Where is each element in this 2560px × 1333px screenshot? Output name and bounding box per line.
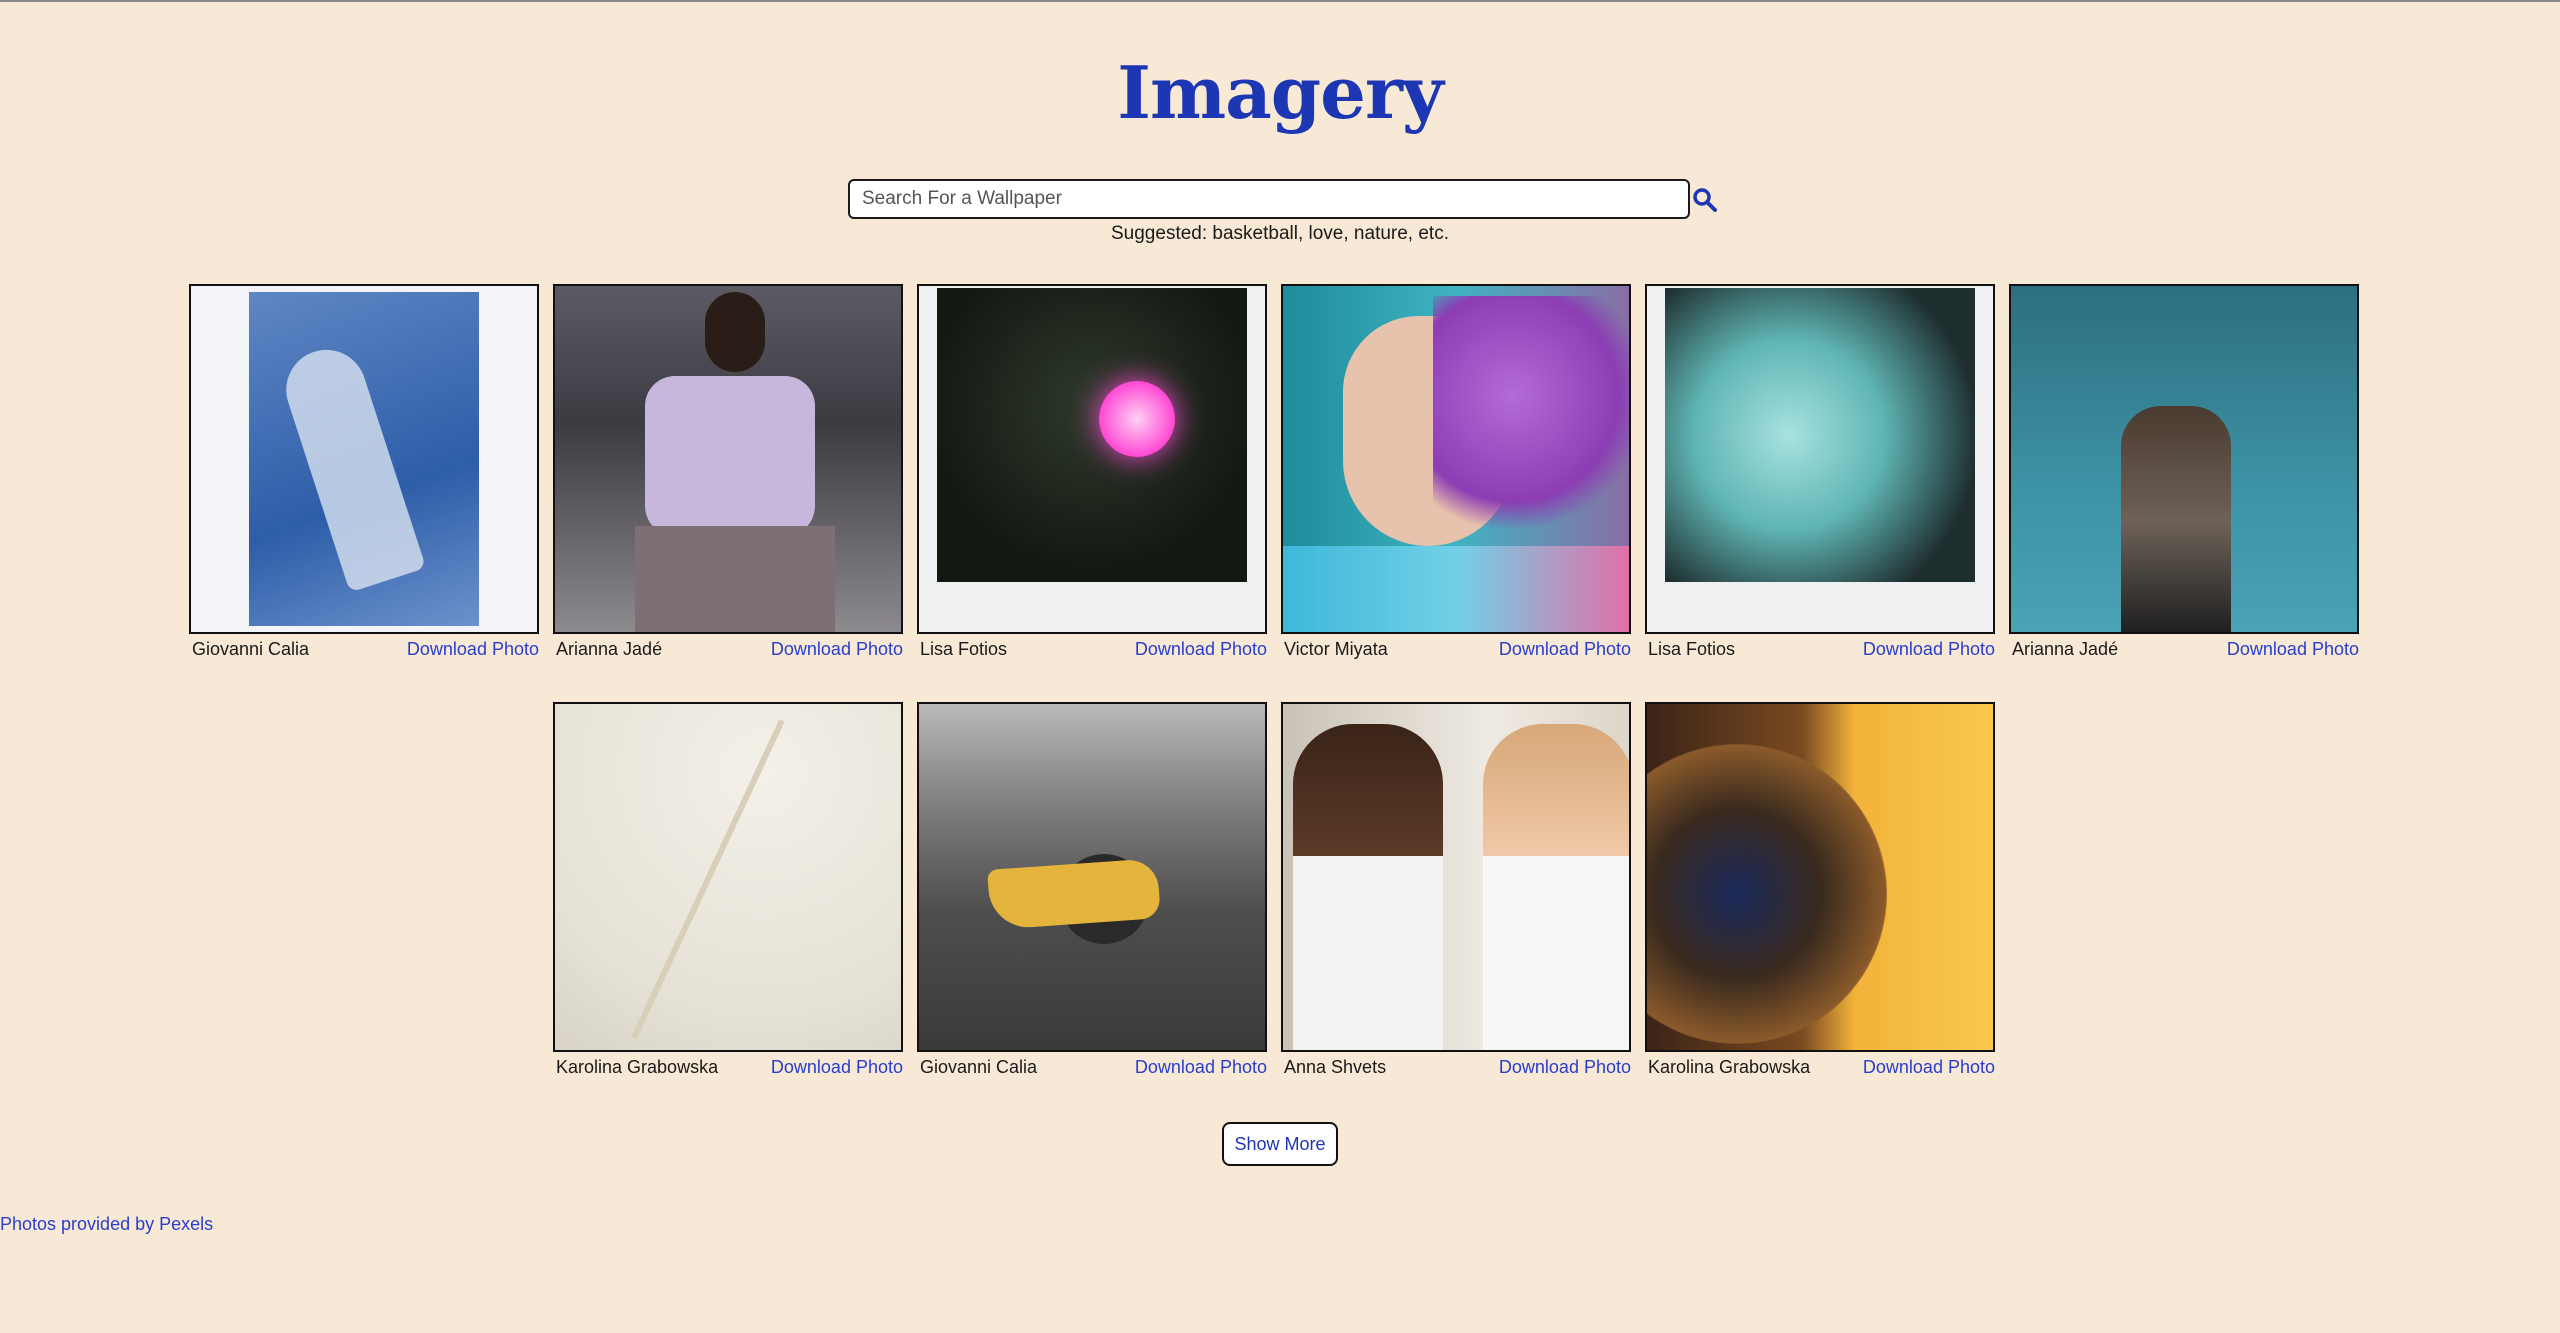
photo-author: Karolina Grabowska — [1648, 1056, 1811, 1077]
photo-image[interactable] — [917, 284, 1267, 634]
pexels-credit-link[interactable]: Photos provided by Pexels — [0, 1214, 213, 1235]
photo-row: Giovanni Calia Download Photo Arianna Ja… — [186, 284, 2362, 664]
photo-author: Anna Shvets — [1284, 1056, 1387, 1077]
photo-card: Lisa Fotios Download Photo — [917, 284, 1267, 664]
photo-author: Arianna Jadé — [556, 638, 663, 659]
photo-image[interactable] — [2009, 284, 2359, 634]
photo-grid: Giovanni Calia Download Photo Arianna Ja… — [186, 284, 2362, 1120]
photo-image[interactable] — [1645, 284, 1995, 634]
download-photo-link[interactable]: Download Photo — [1499, 639, 1631, 660]
photo-card: Lisa Fotios Download Photo — [1645, 284, 1995, 664]
photo-image[interactable] — [553, 284, 903, 634]
download-photo-link[interactable]: Download Photo — [1135, 1057, 1267, 1078]
photo-card: Arianna Jadé Download Photo — [2009, 284, 2359, 664]
photo-image[interactable] — [1281, 284, 1631, 634]
photo-image[interactable] — [1645, 702, 1995, 1052]
photo-image[interactable] — [553, 702, 903, 1052]
search-bar — [848, 179, 1717, 223]
download-photo-link[interactable]: Download Photo — [1499, 1057, 1631, 1078]
page-title: Imagery — [1117, 50, 1443, 135]
photo-card: Giovanni Calia Download Photo — [917, 702, 1267, 1082]
photo-card: Arianna Jadé Download Photo — [553, 284, 903, 664]
photo-card: Karolina Grabowska Download Photo — [1645, 702, 1995, 1082]
download-photo-link[interactable]: Download Photo — [1135, 639, 1267, 660]
photo-author: Victor Miyata — [1284, 638, 1388, 659]
photo-image[interactable] — [1281, 702, 1631, 1052]
photo-card: Karolina Grabowska Download Photo — [553, 702, 903, 1082]
download-photo-link[interactable]: Download Photo — [407, 639, 539, 660]
photo-author: Arianna Jadé — [2012, 638, 2119, 659]
download-photo-link[interactable]: Download Photo — [771, 1057, 903, 1078]
download-photo-link[interactable]: Download Photo — [2227, 639, 2359, 660]
photo-card: Giovanni Calia Download Photo — [189, 284, 539, 664]
photo-author: Lisa Fotios — [1648, 638, 1736, 659]
photo-row: Karolina Grabowska Download Photo Giovan… — [186, 702, 2362, 1082]
search-icon[interactable] — [1692, 187, 1718, 213]
search-input[interactable] — [848, 179, 1690, 219]
photo-image[interactable] — [917, 702, 1267, 1052]
download-photo-link[interactable]: Download Photo — [771, 639, 903, 660]
show-more-button[interactable]: Show More — [1222, 1122, 1338, 1166]
photo-author: Giovanni Calia — [192, 638, 310, 659]
photo-card: Anna Shvets Download Photo — [1281, 702, 1631, 1082]
download-photo-link[interactable]: Download Photo — [1863, 639, 1995, 660]
photo-author: Lisa Fotios — [920, 638, 1008, 659]
download-photo-link[interactable]: Download Photo — [1863, 1057, 1995, 1078]
photo-card: Victor Miyata Download Photo — [1281, 284, 1631, 664]
search-suggestions: Suggested: basketball, love, nature, etc… — [1111, 223, 1449, 244]
photo-image[interactable] — [189, 284, 539, 634]
photo-author: Karolina Grabowska — [556, 1056, 719, 1077]
photo-author: Giovanni Calia — [920, 1056, 1038, 1077]
